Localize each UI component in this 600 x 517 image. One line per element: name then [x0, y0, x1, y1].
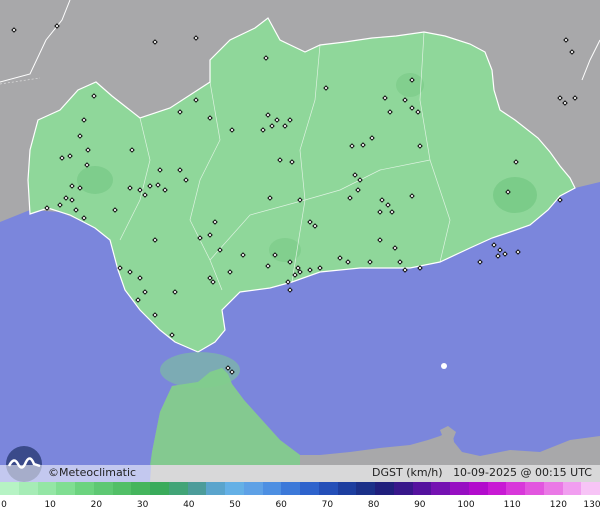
scale-swatch: [431, 482, 450, 495]
gust-patch: [269, 238, 301, 262]
variable-label: DGST (km/h): [372, 466, 443, 479]
scale-tick-label: 70: [321, 500, 334, 510]
scale-swatch: [281, 482, 300, 495]
scale-swatch: [0, 482, 19, 495]
scale-tick-label: 90: [414, 500, 426, 510]
wind-gust-map: [0, 0, 600, 482]
scale-swatch: [412, 482, 432, 495]
scale-tick-label: 10: [44, 500, 56, 510]
gust-patch: [493, 177, 537, 213]
scale-tick-label: 30: [136, 500, 149, 510]
color-scale-labels: 0 10 20 30 40 50 60 70 80 90 100 110 120 130: [0, 497, 600, 517]
scale-swatch: [468, 482, 488, 495]
scale-swatch: [300, 482, 319, 495]
scale-swatch: [356, 482, 375, 495]
scale-tick-label: 50: [229, 500, 241, 510]
scale-swatch: [318, 482, 338, 495]
gust-patch: [396, 73, 424, 97]
timestamp: 10-09-2025 @ 00:15 UTC: [453, 466, 592, 479]
scale-tick-label: 40: [183, 500, 195, 510]
scale-swatch: [75, 482, 94, 495]
scale-swatch: [187, 482, 207, 495]
scale-swatch: [506, 482, 525, 495]
scale-swatch: [543, 482, 563, 495]
scale-swatch: [487, 482, 507, 495]
scale-swatch: [450, 482, 469, 495]
scale-swatch: [93, 482, 113, 495]
scale-swatch: [393, 482, 413, 495]
map-caption: DGST (km/h) 10-09-2025 @ 00:15 UTC: [372, 466, 592, 480]
scale-tick-label: 130: [583, 500, 600, 510]
scale-swatch: [525, 482, 544, 495]
scale-swatch: [375, 482, 394, 495]
color-scale-bar: [0, 482, 600, 495]
scale-swatch: [56, 482, 75, 495]
scale-tick-label: 110: [503, 500, 521, 510]
scale-swatch: [262, 482, 282, 495]
scale-tick-label: 0: [1, 500, 7, 510]
scale-tick-label: 80: [367, 500, 380, 510]
gust-patch: [77, 166, 113, 194]
scale-tick-label: 100: [457, 500, 475, 510]
brand-credit: ©Meteoclimatic: [48, 466, 137, 479]
alboran-island: [441, 363, 447, 369]
scale-swatch: [150, 482, 169, 495]
scale-swatch: [37, 482, 57, 495]
scale-tick-label: 20: [90, 500, 103, 510]
scale-swatch: [562, 482, 582, 495]
scale-swatch: [206, 482, 225, 495]
scale-swatch: [131, 482, 150, 495]
scale-swatch: [581, 482, 600, 495]
scale-swatch: [243, 482, 263, 495]
scale-tick-label: 120: [549, 500, 567, 510]
scale-swatch: [112, 482, 132, 495]
scale-swatch: [18, 482, 38, 495]
scale-swatch: [337, 482, 357, 495]
map-view[interactable]: ©Meteoclimatic DGST (km/h) 10-09-2025 @ …: [0, 0, 600, 482]
scale-swatch: [225, 482, 244, 495]
scale-tick-label: 60: [275, 500, 287, 510]
scale-swatch: [168, 482, 188, 495]
